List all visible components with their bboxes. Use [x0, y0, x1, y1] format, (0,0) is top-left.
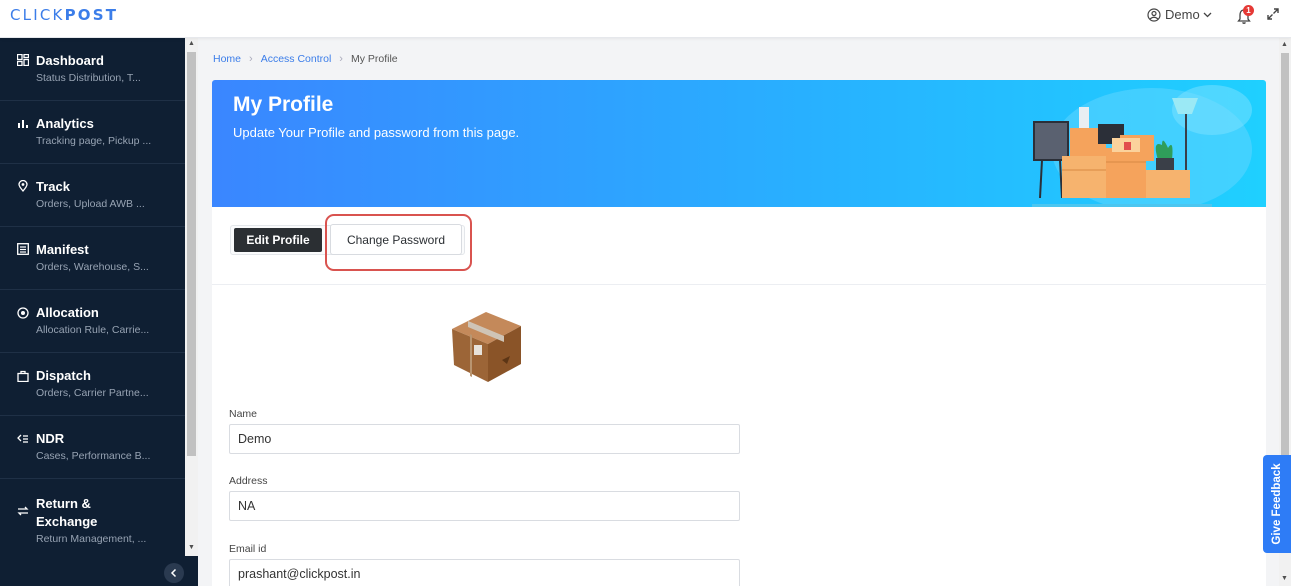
sidebar-item-ndr[interactable]: NDR Cases, Performance B...	[0, 416, 185, 479]
main-scrollbar-thumb[interactable]	[1281, 53, 1289, 473]
logo-text-light: CLICK	[10, 6, 65, 24]
give-feedback-label: Give Feedback	[1271, 463, 1283, 545]
notification-badge: 1	[1243, 5, 1254, 16]
tab-edit-profile[interactable]: Edit Profile	[234, 228, 322, 252]
sidebar-item-subtitle: Orders, Warehouse, S...	[36, 261, 149, 273]
address-label: Address	[229, 475, 268, 487]
list-icon	[17, 243, 29, 255]
fullscreen-button[interactable]	[1266, 7, 1282, 23]
sidebar-item-title: NDR	[36, 431, 65, 446]
scroll-up-arrow-icon[interactable]: ▲	[1281, 41, 1288, 48]
clickpost-logo[interactable]: CLICKPOST	[10, 6, 118, 24]
name-field[interactable]: Demo	[229, 424, 740, 454]
scroll-down-arrow-icon[interactable]: ▼	[1281, 575, 1288, 582]
sidebar-item-title: Track	[36, 179, 70, 194]
profile-tabs: Edit Profile Change Password	[212, 207, 1266, 285]
sidebar-item-title: Analytics	[36, 116, 94, 131]
dashboard-icon	[17, 54, 29, 66]
breadcrumb-separator-icon: ›	[249, 53, 253, 65]
bar-chart-icon	[18, 120, 28, 128]
sidebar-item-dispatch[interactable]: Dispatch Orders, Carrier Partne...	[0, 353, 185, 416]
location-pin-icon	[18, 180, 28, 192]
sidebar-item-subtitle: Allocation Rule, Carrie...	[36, 324, 150, 336]
sidebar-item-analytics[interactable]: Analytics Tracking page, Pickup ...	[0, 101, 185, 164]
user-circle-icon	[1147, 7, 1161, 22]
sidebar-scrollbar-thumb[interactable]	[187, 52, 196, 456]
logo-text-bold: POST	[64, 6, 119, 24]
sidebar-scrollbar[interactable]: ▲ ▼	[185, 38, 198, 556]
give-feedback-button[interactable]: Give Feedback	[1263, 455, 1291, 553]
sidebar-item-manifest[interactable]: Manifest Orders, Warehouse, S...	[0, 227, 185, 290]
sidebar-item-subtitle: Return Management, ...	[36, 533, 147, 545]
email-label: Email id	[229, 543, 267, 555]
scroll-down-arrow-icon[interactable]: ▼	[188, 544, 195, 551]
user-name: Demo	[1165, 7, 1200, 22]
bag-icon	[17, 370, 29, 382]
page-title: My Profile	[233, 93, 334, 116]
moving-boxes-illustration	[1032, 85, 1252, 207]
sidebar-item-subtitle: Orders, Carrier Partne...	[36, 387, 149, 399]
profile-banner: My Profile Update Your Profile and passw…	[212, 80, 1266, 207]
notification-button[interactable]: 1	[1236, 5, 1256, 26]
sidebar-item-title: Return &	[36, 496, 91, 511]
profile-card: Edit Profile Change Password Name Demo A…	[212, 207, 1266, 586]
sidebar-item-title: Dashboard	[36, 53, 104, 68]
user-menu[interactable]: Demo	[1147, 7, 1216, 22]
breadcrumb-home[interactable]: Home	[213, 53, 241, 65]
page-subtitle: Update Your Profile and password from th…	[233, 125, 520, 140]
ndr-icon	[17, 434, 28, 443]
sidebar-item-dashboard[interactable]: Dashboard Status Distribution, T...	[0, 38, 185, 101]
sidebar-item-subtitle: Orders, Upload AWB ...	[36, 198, 145, 210]
expand-icon	[1267, 8, 1279, 20]
sidebar-footer	[0, 556, 198, 586]
sidebar-item-title: Manifest	[36, 242, 89, 257]
breadcrumb: Home › Access Control › My Profile	[213, 53, 398, 65]
collapse-sidebar-button[interactable]	[164, 563, 184, 583]
top-bar: CLICKPOST Demo 1	[0, 0, 1291, 38]
sidebar-item-title: Dispatch	[36, 368, 91, 383]
sidebar-item-allocation[interactable]: Allocation Allocation Rule, Carrie...	[0, 290, 185, 353]
sidebar-item-return-exchange[interactable]: Return & Exchange Return Management, ...	[0, 479, 185, 559]
profile-avatar-box-image[interactable]	[444, 302, 529, 387]
sidebar-item-subtitle: Status Distribution, T...	[36, 72, 141, 84]
chevron-down-icon	[1203, 12, 1212, 17]
sidebar-item-title-line2: Exchange	[36, 514, 98, 529]
breadcrumb-separator-icon: ›	[339, 53, 343, 65]
sidebar: Dashboard Status Distribution, T... Anal…	[0, 38, 185, 586]
chevron-left-icon	[170, 568, 177, 578]
sidebar-item-subtitle: Tracking page, Pickup ...	[36, 135, 152, 147]
scroll-up-arrow-icon[interactable]: ▲	[188, 40, 195, 47]
address-field[interactable]: NA	[229, 491, 740, 521]
swap-icon	[17, 506, 29, 516]
target-icon	[17, 307, 29, 319]
breadcrumb-current: My Profile	[350, 53, 398, 65]
email-field[interactable]: prashant@clickpost.in	[229, 559, 740, 586]
sidebar-item-subtitle: Cases, Performance B...	[36, 450, 151, 462]
sidebar-item-track[interactable]: Track Orders, Upload AWB ...	[0, 164, 185, 227]
breadcrumb-access-control[interactable]: Access Control	[261, 53, 332, 65]
name-label: Name	[229, 408, 258, 420]
sidebar-item-title: Allocation	[36, 305, 99, 320]
tab-change-password[interactable]: Change Password	[330, 224, 462, 255]
